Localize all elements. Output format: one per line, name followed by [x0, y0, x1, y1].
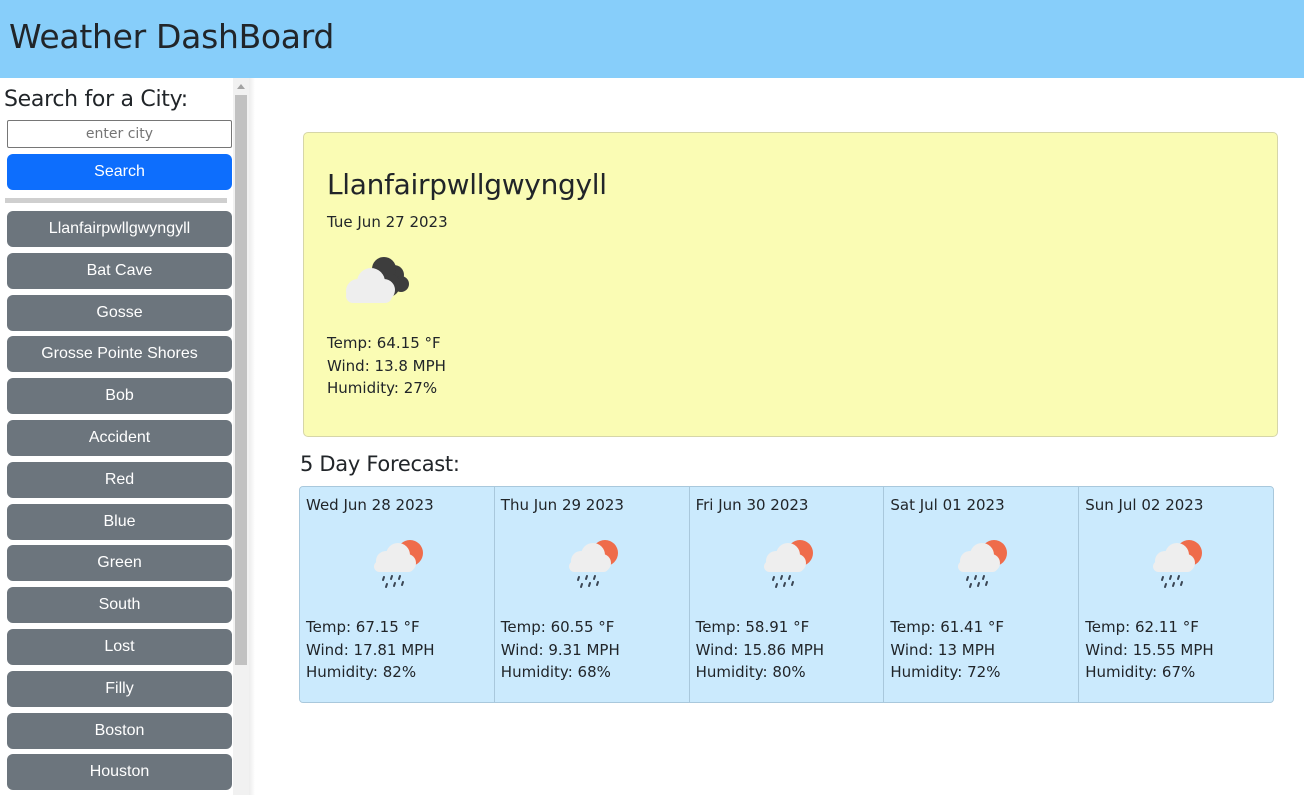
forecast-date: Thu Jun 29 2023 [500, 496, 624, 514]
history-city-button[interactable]: Green [7, 545, 232, 582]
history-city-button[interactable]: Boston [7, 712, 232, 749]
rain-sun-icon [1153, 540, 1203, 588]
history-city-button[interactable]: Llanfairpwllgwyngyll [7, 211, 232, 247]
forecast-day-card: Sun Jul 02 2023 Temp: 62.11 °F Wind: 15.… [1079, 487, 1273, 702]
forecast-heading: 5 Day Forecast: [300, 452, 460, 476]
forecast-day-card: Fri Jun 30 2023 Temp: 58.91 °F Wind: 15.… [689, 487, 885, 702]
search-button[interactable]: Search [7, 154, 232, 190]
history-city-button[interactable]: South [7, 587, 232, 624]
history-city-button[interactable]: Accident [7, 419, 232, 456]
forecast-day-card: Sat Jul 01 2023 Temp: 61.41 °F Wind: 13 … [884, 487, 1080, 702]
scroll-up-arrow-icon[interactable] [233, 78, 249, 95]
rain-sun-icon [958, 540, 1008, 588]
sidebar-edge [249, 78, 255, 795]
sidebar-scrollbar[interactable] [233, 78, 249, 795]
sidebar: Search for a City: Search Llanfairpwllgw… [0, 78, 250, 795]
history-city-button[interactable]: Gosse [7, 294, 232, 331]
sidebar-divider [5, 198, 227, 203]
forecast-humidity: Humidity: 80% [695, 663, 806, 681]
forecast-wind: Wind: 15.55 MPH [1085, 640, 1214, 659]
forecast-stats: Temp: 58.91 °F Wind: 15.86 MPH Humidity:… [696, 616, 825, 684]
forecast-wind: Wind: 13 MPH [890, 640, 996, 659]
history-city-button[interactable]: Lost [7, 628, 232, 665]
forecast-day-card: Thu Jun 29 2023 Temp: 60.55 °F Wind: 9.3… [494, 487, 690, 702]
current-stats: Temp: 64.15 °F Wind: 13.8 MPH Humidity: … [327, 332, 446, 400]
current-humidity: Humidity: 27% [327, 379, 438, 397]
current-city-name: Llanfairpwllgwyngyll [327, 168, 607, 201]
forecast-temp: Temp: 67.15 °F [306, 618, 420, 636]
forecast-day-card: Wed Jun 28 2023 Temp: 67.15 °F Wind: 17.… [300, 487, 495, 702]
search-label: Search for a City: [4, 87, 188, 112]
forecast-row: Wed Jun 28 2023 Temp: 67.15 °F Wind: 17.… [299, 486, 1274, 703]
forecast-stats: Temp: 62.11 °F Wind: 15.55 MPH Humidity:… [1085, 616, 1214, 684]
history-city-button[interactable]: Bob [7, 378, 232, 415]
forecast-date: Sat Jul 01 2023 [890, 496, 1005, 514]
forecast-wind: Wind: 17.81 MPH [306, 640, 435, 659]
history-city-button[interactable]: Filly [7, 670, 232, 707]
rain-sun-icon [568, 540, 618, 588]
forecast-temp: Temp: 58.91 °F [695, 618, 810, 636]
forecast-temp: Temp: 61.41 °F [890, 618, 1005, 636]
forecast-date: Sun Jul 02 2023 [1085, 496, 1204, 514]
forecast-humidity: Humidity: 67% [1085, 663, 1196, 681]
current-wind: Wind: 13.8 MPH [327, 356, 446, 375]
history-city-button[interactable]: Red [7, 461, 232, 498]
search-history-list: Llanfairpwllgwyngyll Bat Cave Gosse Gros… [7, 211, 232, 795]
forecast-temp: Temp: 60.55 °F [500, 618, 615, 636]
forecast-stats: Temp: 67.15 °F Wind: 17.81 MPH Humidity:… [306, 616, 435, 684]
forecast-temp: Temp: 62.11 °F [1085, 618, 1199, 636]
forecast-stats: Temp: 61.41 °F Wind: 13 MPH Humidity: 72… [890, 616, 1004, 684]
page-title: Weather DashBoard [9, 17, 335, 56]
rain-sun-icon [374, 540, 423, 588]
history-city-button[interactable]: Houston [7, 754, 232, 791]
forecast-humidity: Humidity: 82% [306, 663, 417, 681]
city-search-input[interactable] [7, 120, 232, 148]
forecast-wind: Wind: 9.31 MPH [500, 640, 620, 659]
forecast-wind: Wind: 15.86 MPH [695, 640, 825, 659]
history-city-button[interactable]: Blue [7, 503, 232, 540]
current-date: Tue Jun 27 2023 [327, 213, 448, 231]
current-temp: Temp: 64.15 °F [327, 334, 441, 352]
rain-sun-icon [763, 540, 813, 588]
current-weather-card: Llanfairpwllgwyngyll Tue Jun 27 2023 Tem… [303, 132, 1278, 437]
history-city-button[interactable]: Grosse Pointe Shores [7, 336, 232, 373]
app-header: Weather DashBoard [0, 0, 1304, 78]
broken-clouds-icon [346, 257, 409, 303]
forecast-date: Fri Jun 30 2023 [695, 496, 809, 514]
forecast-date: Wed Jun 28 2023 [306, 496, 434, 514]
forecast-humidity: Humidity: 72% [890, 663, 1001, 681]
scrollbar-thumb[interactable] [235, 95, 247, 665]
forecast-stats: Temp: 60.55 °F Wind: 9.31 MPH Humidity: … [501, 616, 620, 684]
forecast-humidity: Humidity: 68% [500, 663, 611, 681]
history-city-button[interactable]: Bat Cave [7, 252, 232, 289]
